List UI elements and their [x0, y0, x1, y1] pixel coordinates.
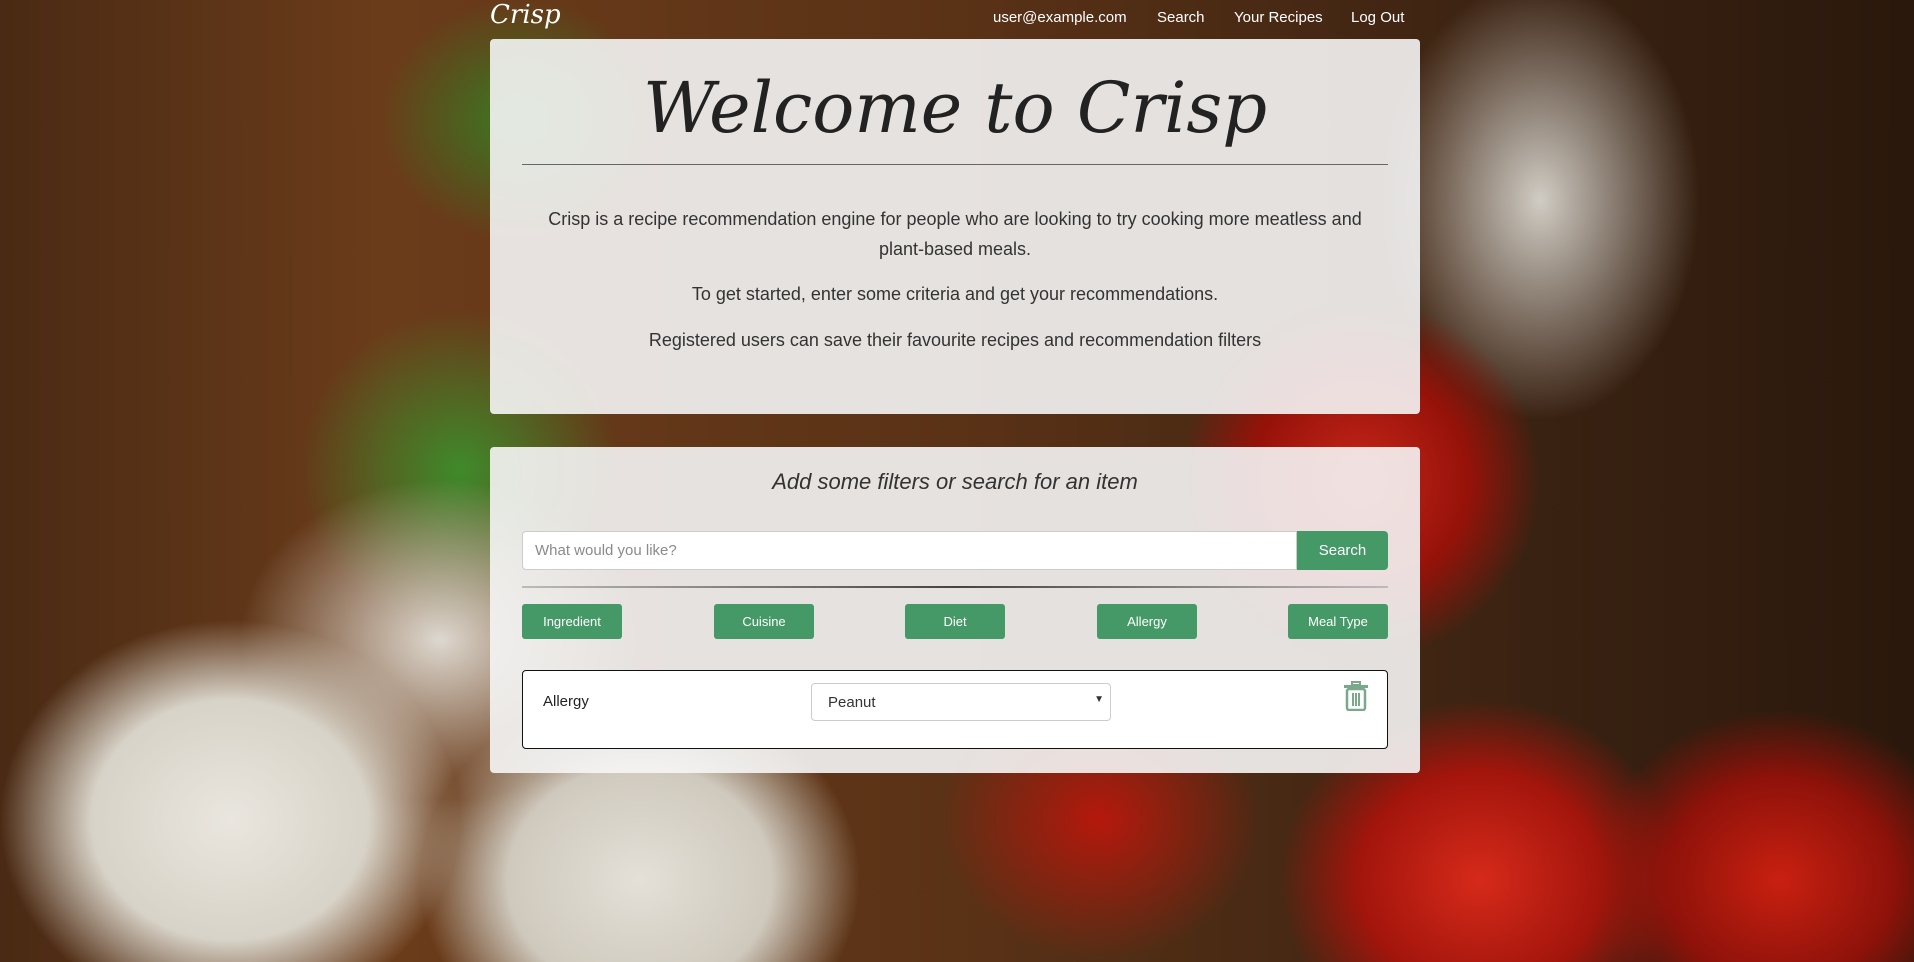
get-started-text: To get started, enter some criteria and …: [691, 284, 1219, 304]
registered-text: Registered users can save their favourit…: [648, 330, 1262, 350]
nav-log-out[interactable]: Log Out: [1351, 9, 1404, 26]
nav-user[interactable]: user@example.com: [993, 9, 1127, 26]
search-heading: Add some filters or search for an item: [772, 469, 1138, 494]
allergy-select[interactable]: Peanut ▼: [811, 683, 1111, 721]
trash-icon[interactable]: [1343, 681, 1369, 711]
navbar: Crisp user@example.com Search Your Recip…: [0, 0, 1914, 36]
intro-text: Crisp is a recipe recommendation engine …: [548, 209, 1362, 259]
caret-down-icon: ▼: [1094, 694, 1104, 705]
selected-value: Peanut: [828, 694, 876, 711]
filter-allergy-button[interactable]: Allergy: [1097, 604, 1197, 639]
filter-label: Allergy: [543, 693, 589, 710]
nav-search[interactable]: Search: [1157, 9, 1205, 26]
search-panel: Add some filters or search for an item S…: [490, 447, 1420, 773]
filter-ingredient-button[interactable]: Ingredient: [522, 604, 622, 639]
filter-meal-type-button[interactable]: Meal Type: [1288, 604, 1388, 639]
welcome-panel: Welcome to Crisp Crisp is a recipe recom…: [490, 39, 1420, 414]
search-input[interactable]: [522, 531, 1297, 570]
search-button[interactable]: Search: [1297, 531, 1388, 570]
active-filter-row: Allergy Peanut ▼: [522, 670, 1388, 749]
logo[interactable]: Crisp: [490, 0, 561, 30]
page-title: Welcome to Crisp: [642, 67, 1268, 149]
divider: [522, 164, 1388, 165]
nav-your-recipes[interactable]: Your Recipes: [1234, 9, 1323, 26]
filter-cuisine-button[interactable]: Cuisine: [714, 604, 814, 639]
filter-diet-button[interactable]: Diet: [905, 604, 1005, 639]
divider: [522, 586, 1388, 588]
